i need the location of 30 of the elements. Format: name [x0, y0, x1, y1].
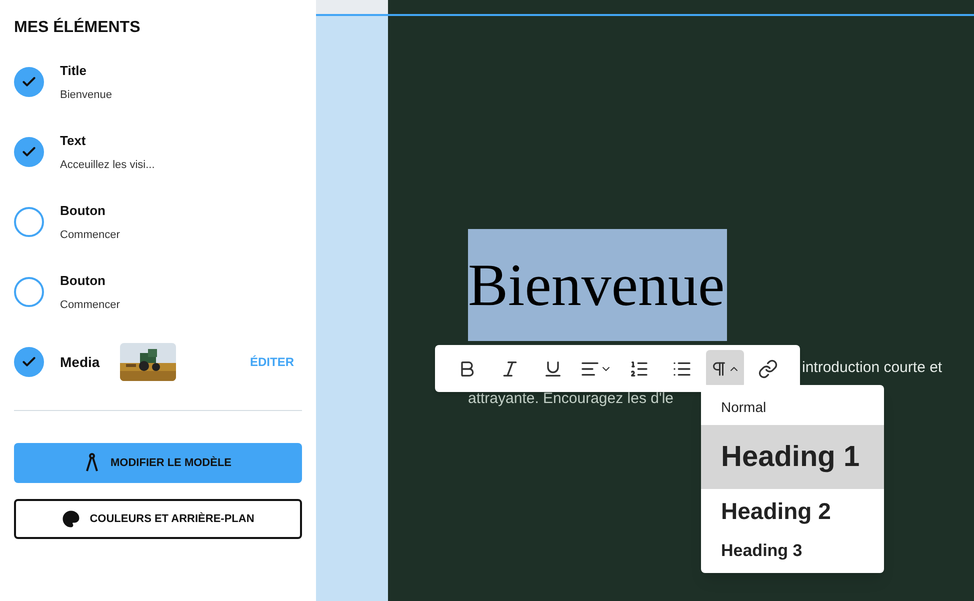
check-icon[interactable] — [14, 137, 44, 167]
menu-item[interactable]: Heading 2 — [701, 488, 884, 534]
sidebar-title: MES ÉLÉMENTS — [14, 16, 142, 38]
numbered-list-icon — [629, 358, 650, 378]
compass-icon — [84, 453, 98, 473]
pilcrow-icon — [710, 360, 740, 378]
item-label: Media — [60, 352, 101, 372]
heading-text[interactable]: Bienvenue — [468, 229, 727, 341]
underline-icon — [542, 358, 563, 378]
item-value: Bienvenue — [60, 88, 112, 102]
link-icon — [758, 358, 778, 378]
menu-item[interactable]: Heading 3 — [701, 534, 884, 567]
check-icon[interactable] — [14, 347, 44, 377]
menu-item[interactable]: Heading 1 — [701, 424, 884, 489]
toolbar-button[interactable] — [706, 350, 744, 388]
paragraph-text: introduction courte et — [802, 358, 942, 378]
item-value: Acceuillez les visi... — [60, 158, 155, 172]
item-value: Commencer — [60, 228, 120, 242]
paragraph-text: attrayante. Encouragez les d'le — [468, 390, 674, 408]
item-label: Text — [60, 132, 87, 150]
colors-button[interactable]: COULEURS ET ARRIÈRE-PLAN — [14, 499, 302, 539]
item-value: Commencer — [60, 298, 120, 312]
check-icon[interactable] — [14, 67, 44, 97]
item-label: Title — [60, 62, 88, 80]
top-margin — [316, 0, 388, 14]
item-label: Bouton — [60, 202, 106, 220]
item-label: Bouton — [60, 272, 106, 290]
menu-item[interactable]: Normal — [701, 391, 884, 424]
palette-icon — [62, 510, 80, 528]
edit-template-button[interactable]: MODIFIER LE MODÈLE — [14, 443, 302, 483]
